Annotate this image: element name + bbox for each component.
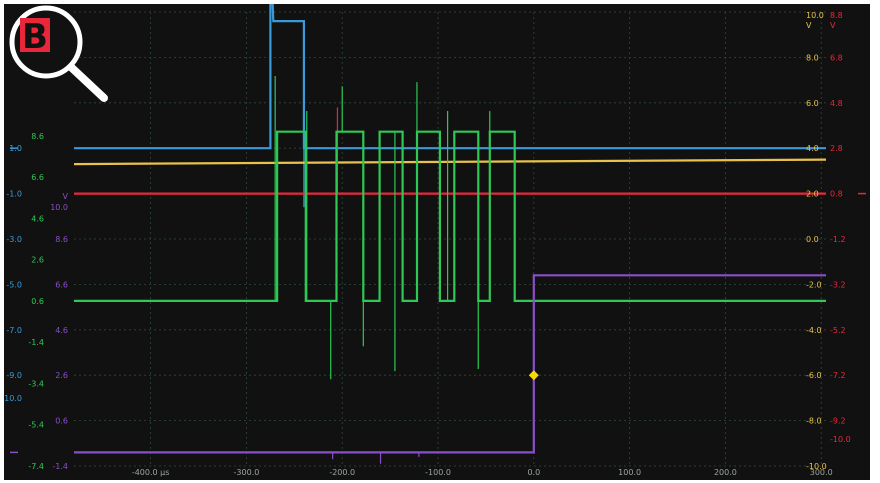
y-tick-label: -10.0 xyxy=(4,394,22,403)
y-tick-label: -5.4 xyxy=(28,421,44,430)
y-tick-label: 10.0 xyxy=(50,203,68,212)
x-tick-label: -400.0 µs xyxy=(132,468,170,477)
y-unit-label: V xyxy=(806,21,812,30)
y-tick-label: -10.0 xyxy=(830,435,851,444)
y-tick-label: -3.2 xyxy=(830,280,846,289)
y-tick-label: 8.8 xyxy=(830,11,843,20)
x-tick-label: -100.0 xyxy=(425,468,451,477)
y-tick-label: 8.6 xyxy=(31,132,44,141)
y-tick-label: -5.0 xyxy=(6,280,22,289)
y-tick-label: 2.6 xyxy=(31,256,44,265)
x-tick-label: -300.0 xyxy=(234,468,260,477)
y-tick-label: 8.0 xyxy=(806,53,819,62)
y-tick-label: -5.2 xyxy=(830,326,846,335)
y-tick-label: 4.6 xyxy=(55,326,68,335)
y-tick-label: -9.0 xyxy=(6,371,22,380)
y-tick-label: -7.4 xyxy=(28,462,44,471)
y-tick-label: -3.0 xyxy=(6,235,22,244)
y-tick-label: -1.4 xyxy=(52,462,68,471)
y-tick-label: 8.6 xyxy=(55,235,68,244)
y-tick-label: 6.0 xyxy=(806,99,819,108)
y-tick-label: -1.0 xyxy=(6,190,22,199)
y-tick-label: 4.6 xyxy=(31,214,44,223)
y-tick-label: -7.2 xyxy=(830,371,846,380)
y-tick-label: -7.0 xyxy=(6,326,22,335)
waveform-plot: 10.0 8.0 6.0 4.0 2.0 0.0 -2.0 -4.0 -6.0 -8.0 -10.0… xyxy=(4,4,870,480)
y-tick-label: -9.2 xyxy=(830,417,846,426)
y-tick-label: 0.6 xyxy=(55,417,68,426)
y-tick-label: 4.8 xyxy=(830,99,843,108)
y-tick-label: 4.0 xyxy=(806,144,819,153)
y-tick-label: 6.8 xyxy=(830,53,843,62)
y-tick-label: 6.6 xyxy=(55,280,68,289)
y-unit-label: V xyxy=(63,192,69,201)
x-tick-label: 100.0 xyxy=(618,468,641,477)
x-tick-label: 300.0 xyxy=(810,468,833,477)
plot-background xyxy=(4,4,870,480)
y-tick-label: 0.0 xyxy=(806,235,819,244)
y-tick-label: 2.8 xyxy=(830,144,843,153)
y-tick-label: 0.6 xyxy=(31,297,44,306)
y-tick-label: 0.8 xyxy=(830,190,843,199)
y-tick-label: 6.6 xyxy=(31,173,44,182)
y-tick-label: 2.6 xyxy=(55,371,68,380)
y-tick-label: -2.0 xyxy=(806,280,822,289)
y-tick-label: -6.0 xyxy=(806,371,822,380)
x-tick-label: 0.0 xyxy=(527,468,540,477)
oscilloscope-view: 10.0 8.0 6.0 4.0 2.0 0.0 -2.0 -4.0 -6.0 -8.0 -10.0… xyxy=(4,4,870,480)
y-unit-label: V xyxy=(830,21,836,30)
y-tick-label: -1.4 xyxy=(28,338,44,347)
y-tick-label: 10.0 xyxy=(806,11,824,20)
y-tick-label: -4.0 xyxy=(806,326,822,335)
x-tick-label: -200.0 xyxy=(329,468,355,477)
y-tick-label: -8.0 xyxy=(806,417,822,426)
x-tick-label: 200.0 xyxy=(714,468,737,477)
y-tick-label: -1.2 xyxy=(830,235,846,244)
y-tick-label: -3.4 xyxy=(28,379,44,388)
y-tick-label: 2.0 xyxy=(806,190,819,199)
badge-letter: B xyxy=(22,17,48,57)
